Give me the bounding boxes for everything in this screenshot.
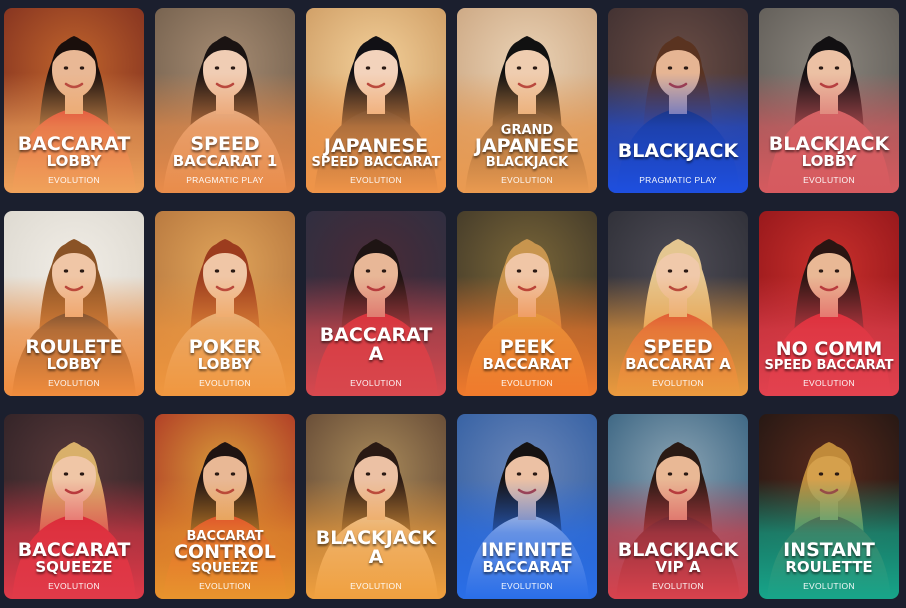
- game-title-line: BACCARAT A: [625, 355, 731, 373]
- game-title-line: SQUEEZE: [35, 558, 113, 576]
- game-card[interactable]: BACCARAT A EVOLUTION: [306, 211, 446, 396]
- game-title-line: BLACKJACK A: [315, 527, 437, 568]
- game-title: INSTANT ROULETTE: [763, 541, 895, 575]
- game-card[interactable]: BLACKJACK PRAGMATIC PLAY: [608, 8, 748, 193]
- game-title-line: BLACKJACK: [485, 155, 569, 170]
- game-provider: EVOLUTION: [652, 581, 704, 591]
- game-provider: PRAGMATIC PLAY: [639, 175, 717, 185]
- game-title: BACCARAT CONTROL SQUEEZE: [159, 530, 291, 575]
- game-card[interactable]: BACCARAT CONTROL SQUEEZE EVOLUTION: [155, 414, 295, 599]
- game-title: INFINITE BACCARAT: [461, 541, 593, 575]
- game-card[interactable]: ROULETE LOBBY EVOLUTION: [4, 211, 144, 396]
- game-title: BACCARAT LOBBY: [8, 135, 140, 169]
- game-card[interactable]: INSTANT ROULETTE EVOLUTION: [759, 414, 899, 599]
- game-provider: EVOLUTION: [803, 378, 855, 388]
- game-title-line: BLACKJACK: [617, 140, 739, 162]
- game-title-line: LOBBY: [801, 152, 857, 170]
- game-title-line: LOBBY: [197, 355, 253, 373]
- game-provider: PRAGMATIC PLAY: [186, 175, 264, 185]
- game-title-line: SQUEEZE: [191, 561, 259, 576]
- game-provider: EVOLUTION: [803, 581, 855, 591]
- game-provider: EVOLUTION: [501, 175, 553, 185]
- game-title-line: NO COMM: [775, 338, 883, 360]
- game-provider: EVOLUTION: [350, 581, 402, 591]
- game-card[interactable]: POKER LOBBY EVOLUTION: [155, 211, 295, 396]
- game-title-line: BACCARAT A: [319, 324, 433, 365]
- game-title: BLACKJACK VIP A: [612, 541, 744, 575]
- game-title-line: VIP A: [655, 558, 701, 576]
- game-title: BACCARAT SQUEEZE: [8, 541, 140, 575]
- game-card[interactable]: GRAND JAPANESE BLACKJACK EVOLUTION: [457, 8, 597, 193]
- game-card[interactable]: SPEED BACCARAT A EVOLUTION: [608, 211, 748, 396]
- game-title-line: JAPANESE: [323, 135, 429, 157]
- game-card[interactable]: INFINITE BACCARAT EVOLUTION: [457, 414, 597, 599]
- game-provider: EVOLUTION: [48, 175, 100, 185]
- game-title: JAPANESE SPEED BACCARAT: [310, 135, 442, 170]
- game-title: ROULETE LOBBY: [8, 338, 140, 372]
- game-title-line: LOBBY: [46, 152, 102, 170]
- game-card[interactable]: JAPANESE SPEED BACCARAT EVOLUTION: [306, 8, 446, 193]
- game-card[interactable]: BACCARAT SQUEEZE EVOLUTION: [4, 414, 144, 599]
- game-title: SPEED BACCARAT 1: [159, 135, 291, 169]
- game-title-line: CONTROL: [174, 541, 276, 563]
- game-provider: EVOLUTION: [199, 581, 251, 591]
- game-card[interactable]: NO COMM SPEED BACCARAT EVOLUTION: [759, 211, 899, 396]
- game-grid: BACCARAT LOBBY EVOLUTION SPEED BACCARAT 1 PRA…: [4, 8, 899, 599]
- game-card[interactable]: BLACKJACK VIP A EVOLUTION: [608, 414, 748, 599]
- game-provider: EVOLUTION: [48, 378, 100, 388]
- game-title-line: LOBBY: [46, 355, 102, 373]
- game-provider: EVOLUTION: [350, 175, 402, 185]
- game-provider: EVOLUTION: [501, 581, 553, 591]
- game-title-line: BACCARAT 1: [172, 152, 278, 170]
- game-title: BLACKJACK: [612, 142, 744, 161]
- game-title: PEEK BACCARAT: [461, 338, 593, 372]
- game-provider: EVOLUTION: [48, 581, 100, 591]
- game-title: NO COMM SPEED BACCARAT: [763, 338, 895, 373]
- game-title: BACCARAT A: [310, 326, 442, 364]
- game-provider: EVOLUTION: [199, 378, 251, 388]
- game-title: POKER LOBBY: [159, 338, 291, 372]
- game-provider: EVOLUTION: [803, 175, 855, 185]
- game-title-line: BACCARAT: [482, 355, 572, 373]
- game-title-line: JAPANESE: [474, 135, 580, 157]
- game-title: BLACKJACK LOBBY: [763, 135, 895, 169]
- game-title-line: BACCARAT: [482, 558, 572, 576]
- game-card[interactable]: PEEK BACCARAT EVOLUTION: [457, 211, 597, 396]
- game-title: GRAND JAPANESE BLACKJACK: [461, 124, 593, 169]
- game-provider: EVOLUTION: [652, 378, 704, 388]
- game-title-line: ROULETTE: [785, 558, 873, 576]
- game-card[interactable]: BACCARAT LOBBY EVOLUTION: [4, 8, 144, 193]
- game-title-line: SPEED BACCARAT: [311, 155, 441, 170]
- game-card[interactable]: BLACKJACK A EVOLUTION: [306, 414, 446, 599]
- game-title-line: SPEED BACCARAT: [764, 358, 894, 373]
- game-provider: EVOLUTION: [350, 378, 402, 388]
- game-title: BLACKJACK A: [310, 529, 442, 567]
- game-card[interactable]: SPEED BACCARAT 1 PRAGMATIC PLAY: [155, 8, 295, 193]
- game-card[interactable]: BLACKJACK LOBBY EVOLUTION: [759, 8, 899, 193]
- game-title: SPEED BACCARAT A: [612, 338, 744, 372]
- game-provider: EVOLUTION: [501, 378, 553, 388]
